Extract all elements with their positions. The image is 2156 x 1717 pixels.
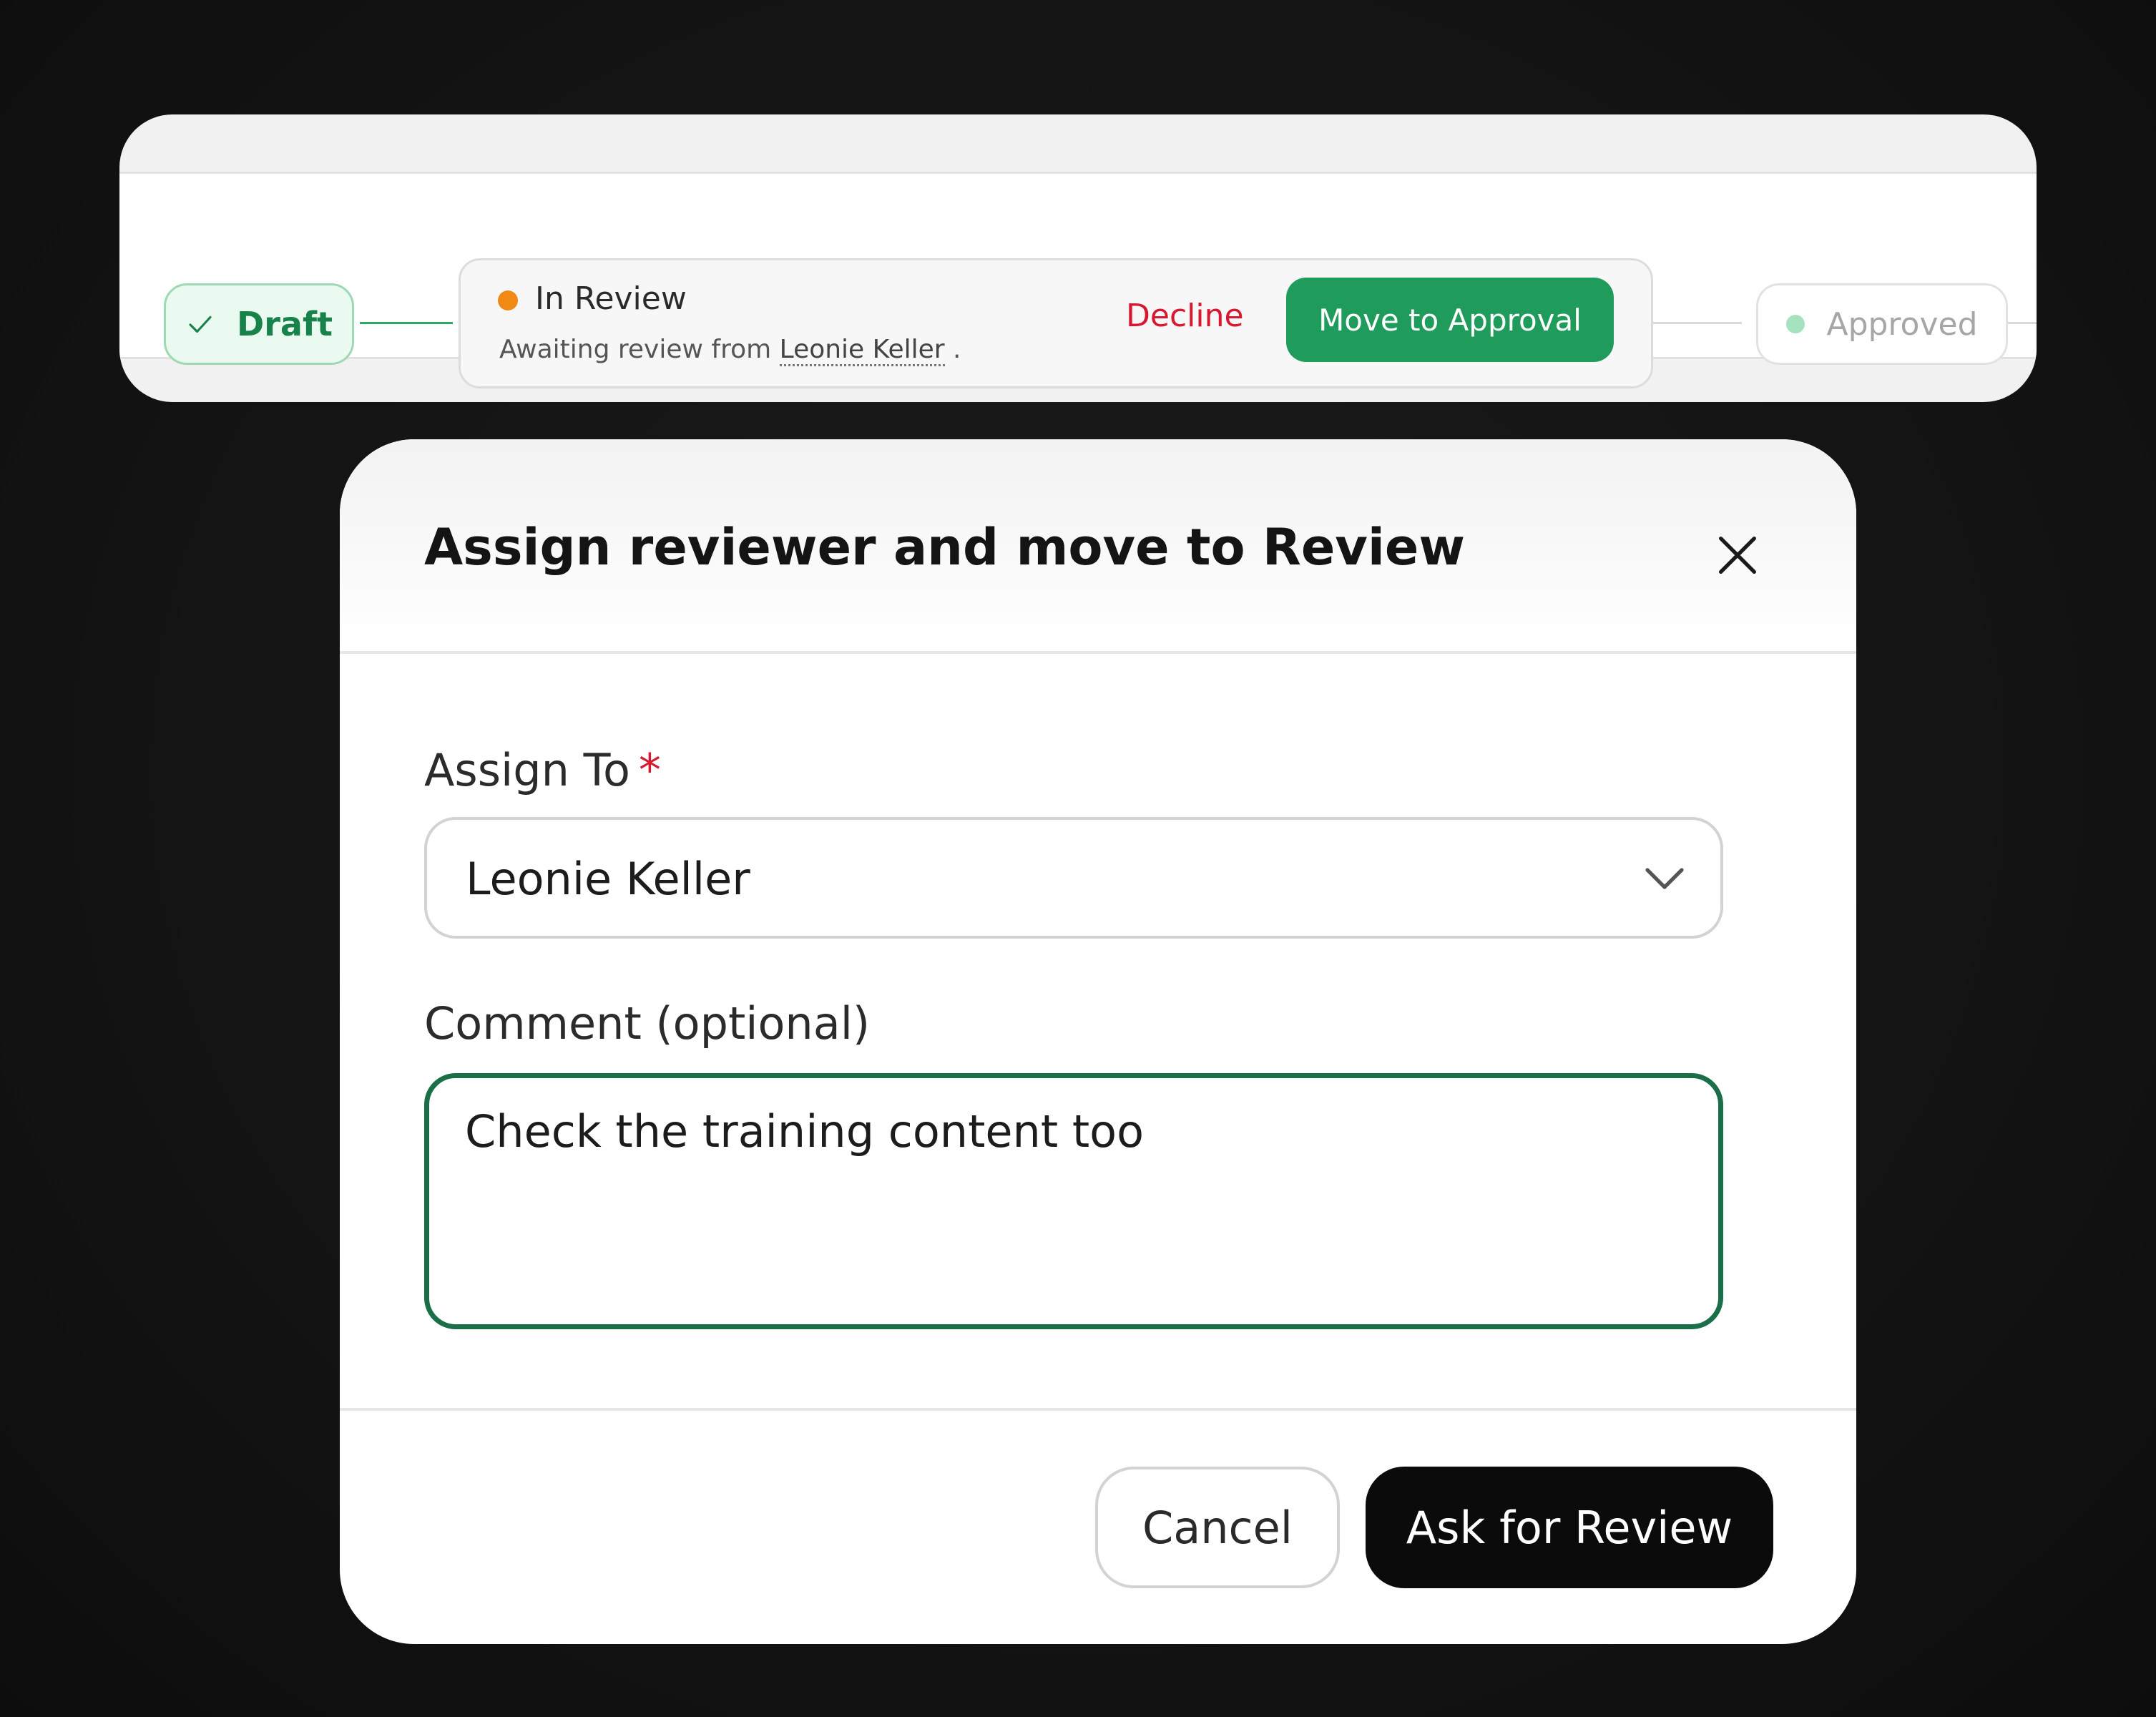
assign-reviewer-dialog: Assign reviewer and move to Review Assig…: [340, 439, 1856, 1644]
required-mark: *: [638, 744, 661, 796]
connector-line: [2008, 322, 2037, 324]
check-icon: [189, 315, 212, 333]
status-dot-icon: [1786, 315, 1805, 333]
review-subtitle: Awaiting review from Leonie Keller .: [499, 335, 961, 366]
workflow-status-bar: Draft In Review Awaiting review from Leo…: [119, 114, 2037, 402]
workflow-strip: Draft In Review Awaiting review from Leo…: [119, 172, 2037, 388]
cancel-button[interactable]: Cancel: [1095, 1467, 1340, 1588]
review-subtitle-suffix: .: [953, 335, 961, 364]
stage-draft[interactable]: Draft: [164, 283, 354, 365]
review-subtitle-prefix: Awaiting review from: [499, 335, 772, 364]
stage-approved-label: Approved: [1826, 305, 1978, 343]
stage-in-review: In Review Awaiting review from Leonie Ke…: [459, 258, 1653, 388]
comment-textarea[interactable]: Check the training content too: [424, 1073, 1723, 1329]
dialog-footer-divider: [340, 1408, 1856, 1411]
connector-line: [1653, 322, 1742, 324]
decline-button[interactable]: Decline: [1126, 298, 1244, 334]
connector-line: [360, 322, 453, 324]
stage-approved[interactable]: Approved: [1756, 283, 2008, 365]
move-to-approval-button[interactable]: Move to Approval: [1286, 278, 1614, 362]
assign-to-select[interactable]: Leonie Keller: [424, 817, 1723, 939]
assign-to-label-text: Assign To: [424, 744, 630, 796]
dialog-header: Assign reviewer and move to Review: [340, 439, 1856, 654]
stage-in-review-label: In Review: [535, 280, 687, 317]
ask-for-review-button[interactable]: Ask for Review: [1366, 1467, 1773, 1588]
dialog-title: Assign reviewer and move to Review: [424, 518, 1466, 577]
chevron-down-icon: [1645, 868, 1684, 889]
reviewer-link[interactable]: Leonie Keller: [779, 335, 945, 366]
comment-label: Comment (optional): [424, 997, 871, 1050]
stage-draft-label: Draft: [237, 305, 333, 343]
close-button[interactable]: [1709, 527, 1766, 584]
close-icon: [1719, 537, 1756, 574]
assign-to-value: Leonie Keller: [466, 853, 750, 905]
status-dot-icon: [498, 290, 518, 310]
assign-to-label: Assign To *: [424, 744, 661, 796]
